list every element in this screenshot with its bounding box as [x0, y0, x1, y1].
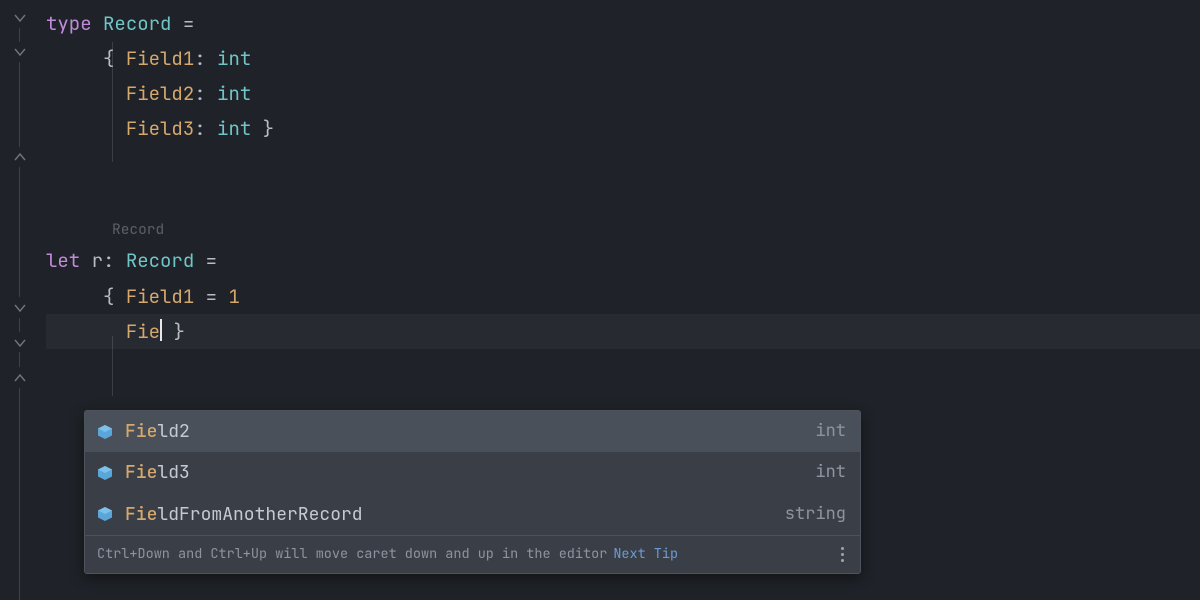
field-name: Field2 [126, 76, 194, 111]
keyword-let: let [46, 243, 80, 278]
completion-item[interactable]: FieldFromAnotherRecordstring [85, 494, 860, 535]
completion-type: string [785, 499, 846, 530]
field-name: Field1 [126, 279, 194, 314]
fold-open-icon[interactable] [13, 11, 27, 25]
fold-close-icon[interactable] [13, 371, 27, 385]
code-line[interactable]: { Field1 = 1 [46, 279, 1200, 314]
fold-open-icon[interactable] [13, 301, 27, 315]
number-literal: 1 [228, 279, 239, 314]
keyword-type: type [46, 6, 92, 41]
gutter [0, 0, 40, 349]
open-brace: { [103, 41, 114, 76]
completion-label: FieldFromAnotherRecord [125, 498, 785, 531]
type-name: Record [103, 6, 171, 41]
field-name: Field3 [126, 111, 194, 146]
completion-item[interactable]: Field2int [85, 411, 860, 452]
completion-label: Field2 [125, 415, 815, 448]
type-name: Record [126, 243, 194, 278]
code-line-blank[interactable] [46, 147, 1200, 182]
completion-footer: Ctrl+Down and Ctrl+Up will move caret do… [85, 535, 860, 573]
footer-text: Ctrl+Down and Ctrl+Up will move caret do… [97, 542, 607, 567]
completion-type: int [815, 457, 846, 488]
type-int: int [217, 111, 251, 146]
code-line[interactable]: let r: Record = [46, 243, 1200, 278]
field-name: Field1 [126, 41, 194, 76]
close-brace: } [173, 314, 184, 349]
field-icon [95, 422, 115, 442]
fold-open-icon[interactable] [13, 45, 27, 59]
equals-sign: = [171, 6, 194, 41]
field-icon [95, 504, 115, 524]
fold-open-icon[interactable] [13, 336, 27, 350]
code-line-blank[interactable] [46, 182, 1200, 217]
completion-item[interactable]: Field3int [85, 452, 860, 493]
completion-label: Field3 [125, 456, 815, 489]
fold-close-icon[interactable] [13, 150, 27, 164]
completion-type: int [815, 416, 846, 447]
completion-popup[interactable]: Field2intField3intFieldFromAnotherRecord… [84, 410, 861, 574]
identifier: r [92, 243, 103, 278]
partial-identifier: Fie [126, 314, 160, 349]
open-brace: { [103, 279, 114, 314]
code-line[interactable]: Field3: int } [46, 111, 1200, 146]
more-options-icon[interactable] [837, 545, 848, 564]
code-line-current[interactable]: Fie } [46, 314, 1200, 349]
next-tip-link[interactable]: Next Tip [613, 542, 678, 567]
type-int: int [217, 41, 251, 76]
code-area[interactable]: type Record = { Field1: int Field2: int … [40, 6, 1200, 349]
type-int: int [217, 76, 251, 111]
code-line[interactable]: Field2: int [46, 76, 1200, 111]
code-line[interactable]: { Field1: int [46, 41, 1200, 76]
code-line[interactable]: type Record = [46, 6, 1200, 41]
inlay-hint: Record [46, 217, 1200, 244]
code-editor[interactable]: type Record = { Field1: int Field2: int … [0, 0, 1200, 349]
field-icon [95, 463, 115, 483]
close-brace: } [263, 111, 274, 146]
